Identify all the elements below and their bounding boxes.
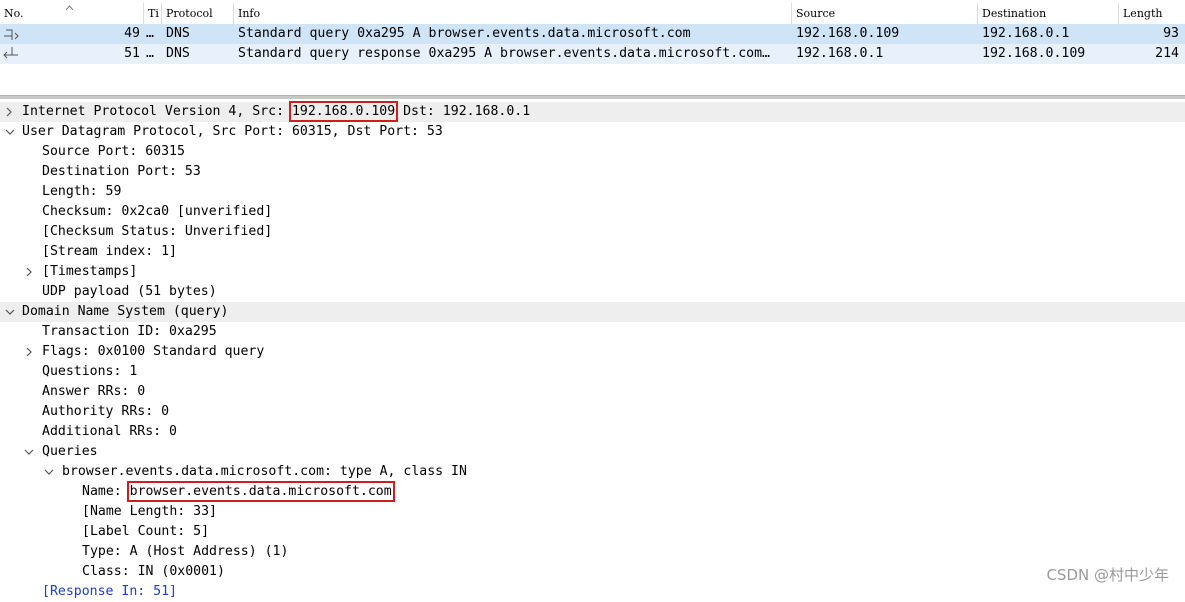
packet-protocol: DNS [166, 46, 190, 61]
packet-time: … [146, 26, 154, 41]
tree-item-dns[interactable]: Domain Name System (query) [0, 302, 1185, 322]
packet-no: 49 [124, 26, 140, 41]
tree-item-udp-checksum[interactable]: Checksum: 0x2ca0 [unverified] [0, 202, 1185, 222]
chevron-right-icon[interactable] [25, 262, 37, 282]
tree-item-udp-stream-index[interactable]: [Stream index: 1] [0, 242, 1185, 262]
tree-item-udp[interactable]: User Datagram Protocol, Src Port: 60315,… [0, 122, 1185, 142]
tree-item-dns-answer-rrs[interactable]: Answer RRs: 0 [0, 382, 1185, 402]
request-related-icon [4, 29, 19, 40]
packet-source: 192.168.0.109 [796, 26, 900, 41]
pane-splitter[interactable] [0, 95, 1185, 99]
column-header-no[interactable]: No. [0, 3, 144, 24]
chevron-down-icon[interactable] [5, 122, 17, 142]
sort-ascending-icon [66, 5, 73, 10]
tree-item-dns-response-in[interactable]: [Response In: 51] [0, 582, 1185, 602]
packet-time: … [146, 46, 154, 61]
packet-length: 214 [1155, 46, 1179, 61]
tree-item-dns-questions[interactable]: Questions: 1 [0, 362, 1185, 382]
tree-item-dns-type[interactable]: Type: A (Host Address) (1) [0, 542, 1185, 562]
ipv4-src-address: 192.168.0.109 [288, 101, 399, 122]
packet-no: 51 [124, 46, 140, 61]
tree-item-udp-timestamps[interactable]: [Timestamps] [0, 262, 1185, 282]
chevron-down-icon[interactable] [44, 462, 56, 482]
tree-item-dns-queries[interactable]: Queries [0, 442, 1185, 462]
response-related-icon [3, 47, 18, 59]
packet-list-header: No. Ti Protocol Info Source Destination … [0, 3, 1185, 25]
tree-item-dns-query-entry[interactable]: browser.events.data.microsoft.com: type … [0, 462, 1185, 482]
tree-item-udp-checksum-status[interactable]: [Checksum Status: Unverified] [0, 222, 1185, 242]
packet-info: Standard query 0xa295 A browser.events.d… [238, 26, 691, 41]
tree-item-dns-label-count[interactable]: [Label Count: 5] [0, 522, 1185, 542]
packet-destination: 192.168.0.1 [982, 26, 1070, 41]
tree-item-dns-flags[interactable]: Flags: 0x0100 Standard query [0, 342, 1185, 362]
column-header-length[interactable]: Length [1119, 3, 1185, 24]
ipv4-dst-label: Dst: 192.168.0.1 [395, 104, 531, 119]
tree-item-udp-length[interactable]: Length: 59 [0, 182, 1185, 202]
query-name-value: browser.events.data.microsoft.com [126, 481, 395, 502]
tree-item-udp-destination-port[interactable]: Destination Port: 53 [0, 162, 1185, 182]
tree-item-udp-payload[interactable]: UDP payload (51 bytes) [0, 282, 1185, 302]
tree-item-dns-class[interactable]: Class: IN (0x0001) [0, 562, 1185, 582]
tree-item-dns-authority-rrs[interactable]: Authority RRs: 0 [0, 402, 1185, 422]
column-header-source[interactable]: Source [792, 3, 978, 24]
tree-item-dns-additional-rrs[interactable]: Additional RRs: 0 [0, 422, 1185, 442]
packet-info: Standard query response 0xa295 A browser… [238, 46, 770, 61]
dns-label: Domain Name System (query) [22, 304, 229, 319]
column-header-info[interactable]: Info [234, 3, 792, 24]
udp-label: User Datagram Protocol, Src Port: 60315,… [22, 124, 443, 139]
query-name-label: Name: [82, 484, 130, 499]
tree-item-ipv4[interactable]: Internet Protocol Version 4, Src: 192.16… [0, 101, 1185, 122]
watermark: CSDN @村中少年 [1046, 566, 1169, 584]
column-header-protocol[interactable]: Protocol [162, 3, 234, 24]
tree-item-dns-query-name[interactable]: Name: browser.events.data.microsoft.com [0, 481, 1185, 502]
ipv4-label: Internet Protocol Version 4, Src: [22, 104, 292, 119]
packet-row-selected[interactable]: 49 … DNS Standard query 0xa295 A browser… [0, 24, 1185, 44]
chevron-right-icon[interactable] [5, 102, 17, 122]
chevron-down-icon[interactable] [24, 442, 36, 462]
tree-item-dns-transaction-id[interactable]: Transaction ID: 0xa295 [0, 322, 1185, 342]
packet-destination: 192.168.0.109 [982, 46, 1086, 61]
chevron-right-icon[interactable] [25, 342, 37, 362]
column-header-time[interactable]: Ti [144, 3, 162, 24]
column-header-destination[interactable]: Destination [978, 3, 1119, 24]
packet-list[interactable]: No. Ti Protocol Info Source Destination … [0, 0, 1185, 96]
chevron-down-icon[interactable] [5, 302, 17, 322]
tree-item-udp-source-port[interactable]: Source Port: 60315 [0, 142, 1185, 162]
tree-item-dns-name-length[interactable]: [Name Length: 33] [0, 502, 1185, 522]
packet-source: 192.168.0.1 [796, 46, 884, 61]
packet-protocol: DNS [166, 26, 190, 41]
packet-row-related[interactable]: 51 … DNS Standard query response 0xa295 … [0, 44, 1185, 64]
packet-length: 93 [1163, 26, 1179, 41]
